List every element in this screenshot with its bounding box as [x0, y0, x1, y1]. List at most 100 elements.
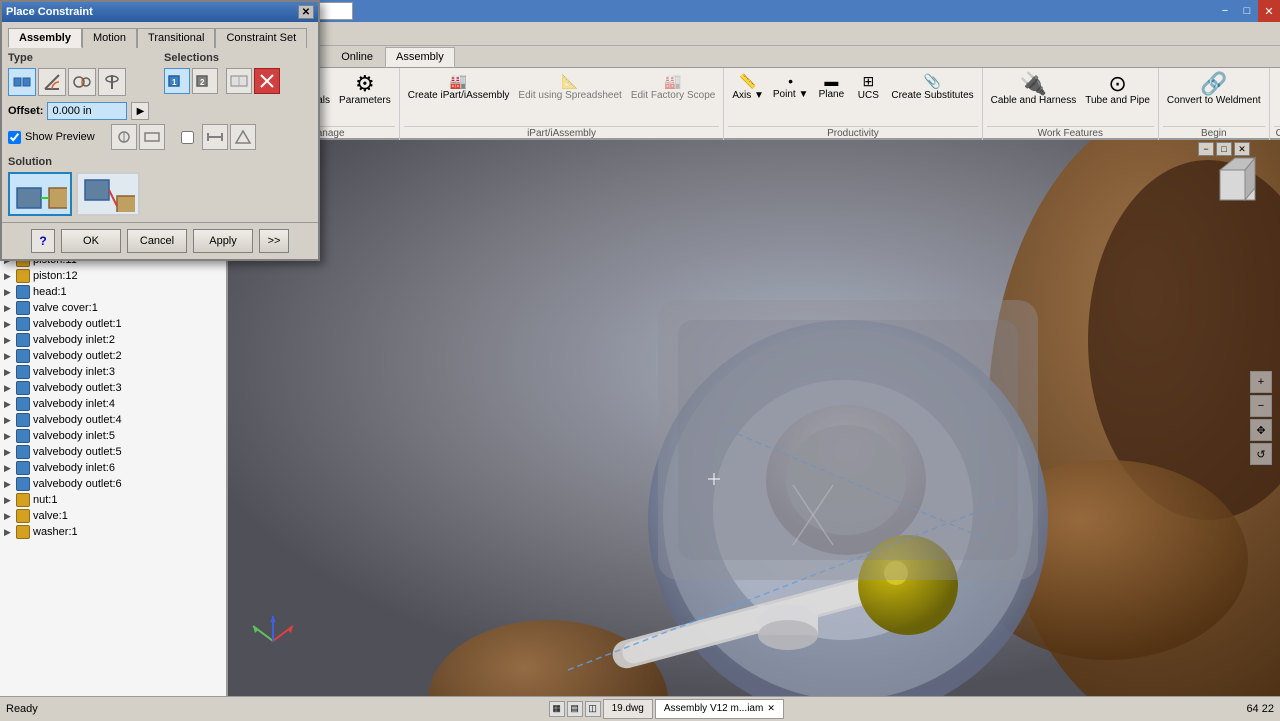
- viewport-maximize[interactable]: □: [1216, 142, 1232, 156]
- selection-1-button[interactable]: 1: [164, 68, 190, 94]
- apply-button[interactable]: Apply: [193, 229, 253, 253]
- tree-arrow: ▶: [4, 335, 16, 346]
- more-label: >>: [268, 235, 281, 247]
- point-button[interactable]: • Point ▼: [769, 70, 812, 104]
- tree-item[interactable]: ▶ valvebody outlet:1: [0, 316, 226, 332]
- viewport-close[interactable]: ✕: [1234, 142, 1250, 156]
- tree-item-icon: [16, 525, 30, 539]
- viewport-minimize[interactable]: −: [1198, 142, 1214, 156]
- tree-item[interactable]: ▶ valve:1: [0, 508, 226, 524]
- tree-item[interactable]: ▶ valvebody inlet:3: [0, 364, 226, 380]
- zoom-in-button[interactable]: +: [1250, 371, 1272, 393]
- orientation-cube[interactable]: [1210, 150, 1270, 210]
- restore-button[interactable]: □: [1236, 0, 1258, 22]
- viewport-min-max: − □ ✕: [1198, 142, 1250, 156]
- insert-button[interactable]: [98, 68, 126, 96]
- cable-harness-button[interactable]: 🔌 Cable and Harness: [987, 70, 1081, 110]
- tree-item-label: valvebody inlet:5: [33, 430, 115, 442]
- more-button[interactable]: >>: [259, 229, 289, 253]
- ribbon-tab-assembly[interactable]: Assembly: [385, 47, 455, 67]
- status-tab-close[interactable]: ✕: [767, 703, 775, 714]
- selection-extra-1[interactable]: [226, 68, 252, 94]
- tree-item[interactable]: ▶ valvebody inlet:6: [0, 460, 226, 476]
- dialog-tab-assembly[interactable]: Assembly: [8, 28, 82, 48]
- selection-2-button[interactable]: 2: [192, 68, 218, 94]
- tangent-button[interactable]: [68, 68, 96, 96]
- ribbon-group-begin-btns: 🔗 Convert to Weldment: [1163, 68, 1265, 126]
- tree-item[interactable]: ▶ nut:1: [0, 492, 226, 508]
- tree-item[interactable]: ▶ head:1: [0, 284, 226, 300]
- ribbon-group-productivity-label: Productivity: [728, 126, 977, 140]
- status-tab-dwg[interactable]: 19.dwg: [603, 699, 653, 719]
- create-iassembly-label: Create iPart/iAssembly: [408, 90, 510, 102]
- dialog-titlebar[interactable]: Place Constraint ✕: [2, 2, 318, 22]
- offset-arrow-button[interactable]: ▶: [131, 102, 149, 120]
- solution-2-button[interactable]: [76, 172, 140, 216]
- create-substitutes-button[interactable]: 📎 Create Substitutes: [887, 70, 977, 105]
- tree-item[interactable]: ▶ piston:12: [0, 268, 226, 284]
- tree-item[interactable]: ▶ valvebody inlet:5: [0, 428, 226, 444]
- tree-item[interactable]: ▶ valvebody outlet:3: [0, 380, 226, 396]
- 3d-viewport[interactable]: + − ✥ ↺ − □ ✕: [228, 140, 1280, 696]
- extra-icon-1[interactable]: [111, 124, 137, 150]
- axis-button[interactable]: 📏 Axis ▼: [728, 70, 768, 105]
- parameters-button[interactable]: ⚙ Parameters: [335, 70, 395, 110]
- cancel-button[interactable]: Cancel: [127, 229, 187, 253]
- tree-item[interactable]: ▶ washer:1: [0, 524, 226, 540]
- tree-item-label: valvebody outlet:1: [33, 318, 122, 330]
- convert-weldment-button[interactable]: 🔗 Convert to Weldment: [1163, 70, 1265, 110]
- pan-button[interactable]: ✥: [1250, 419, 1272, 441]
- selection-extra-2[interactable]: [254, 68, 280, 94]
- status-icon-3[interactable]: ◫: [585, 701, 601, 717]
- solution-buttons: [8, 172, 312, 216]
- edit-factory-button[interactable]: 🏭 Edit Factory Scope: [627, 70, 719, 105]
- extra-icons-2: [202, 124, 256, 150]
- axis-icon: 📏: [739, 73, 756, 90]
- tree-item-icon: [16, 509, 30, 523]
- orbit-button[interactable]: ↺: [1250, 443, 1272, 465]
- solution-1-button[interactable]: [8, 172, 72, 216]
- tree-item[interactable]: ▶ valve cover:1: [0, 300, 226, 316]
- create-iassembly-button[interactable]: 🏭 Create iPart/iAssembly: [404, 70, 514, 105]
- tree-item[interactable]: ▶ valvebody outlet:6: [0, 476, 226, 492]
- ribbon-group-work-btns: 🔌 Cable and Harness ⊙ Tube and Pipe: [987, 68, 1154, 126]
- ucs-button[interactable]: ⊞ UCS: [850, 70, 886, 105]
- help-button[interactable]: ?: [31, 229, 55, 253]
- tree-item[interactable]: ▶ valvebody inlet:2: [0, 332, 226, 348]
- plane-button[interactable]: ▬ Plane: [813, 70, 849, 104]
- extra-icon-3[interactable]: [202, 124, 228, 150]
- mate-button[interactable]: [8, 68, 36, 96]
- status-icon-1[interactable]: ▦: [549, 701, 565, 717]
- ok-button[interactable]: OK: [61, 229, 121, 253]
- close-button[interactable]: ✕: [1258, 0, 1280, 22]
- solution-section: Solution: [8, 156, 312, 216]
- ribbon-tab-online[interactable]: Online: [330, 47, 384, 67]
- extra-icon-2[interactable]: [139, 124, 165, 150]
- status-tab-iam[interactable]: Assembly V12 m...iam ✕: [655, 699, 784, 719]
- zoom-out-button[interactable]: −: [1250, 395, 1272, 417]
- status-tabs: ▦ ▤ ◫ 19.dwg Assembly V12 m...iam ✕: [549, 697, 784, 721]
- dialog-tab-constraint-set[interactable]: Constraint Set: [215, 28, 307, 48]
- tree-item[interactable]: ▶ valvebody outlet:4: [0, 412, 226, 428]
- edit-spreadsheet-button[interactable]: 📐 Edit using Spreadsheet: [514, 70, 625, 105]
- angle-button[interactable]: [38, 68, 66, 96]
- tree-item[interactable]: ▶ valvebody outlet:2: [0, 348, 226, 364]
- ribbon-group-productivity-btns: 📏 Axis ▼ • Point ▼ ▬ Plane ⊞ UCS 📎 C: [728, 68, 977, 126]
- tree-item-label: head:1: [33, 286, 67, 298]
- point-icon: •: [788, 73, 793, 89]
- ribbon-group-iassembly: 🏭 Create iPart/iAssembly 📐 Edit using Sp…: [400, 68, 725, 140]
- dialog-close-button[interactable]: ✕: [298, 5, 314, 19]
- tree-item[interactable]: ▶ valvebody inlet:4: [0, 396, 226, 412]
- offset-input[interactable]: [47, 102, 127, 120]
- status-icon-2[interactable]: ▤: [567, 701, 583, 717]
- minimize-button[interactable]: −: [1214, 0, 1236, 22]
- dialog-tab-motion[interactable]: Motion: [82, 28, 137, 48]
- tree-item-label: washer:1: [33, 526, 78, 538]
- tree-item[interactable]: ▶ valvebody outlet:5: [0, 444, 226, 460]
- dialog-tab-transitional[interactable]: Transitional: [137, 28, 215, 48]
- extra-icon-4[interactable]: [230, 124, 256, 150]
- preview-checkbox[interactable]: [8, 131, 21, 144]
- tube-pipe-button[interactable]: ⊙ Tube and Pipe: [1081, 70, 1154, 110]
- substitutes-label: Create Substitutes: [891, 90, 973, 102]
- alt-checkbox[interactable]: [181, 131, 194, 144]
